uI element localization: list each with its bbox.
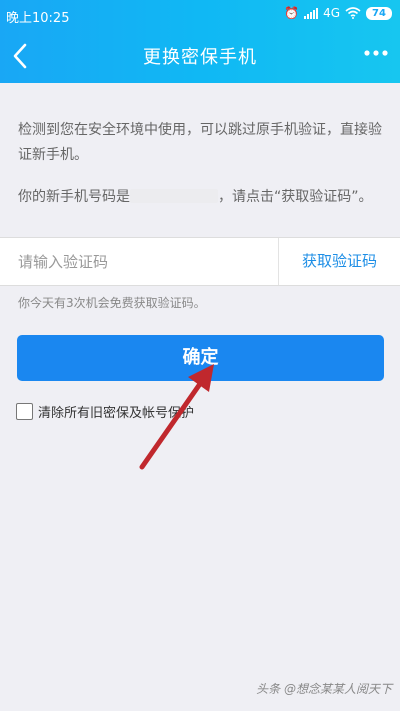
nav-bar: 更换密保手机 <box>0 30 400 83</box>
status-time: 晚上10:25 <box>6 11 70 26</box>
status-icons: ⏰ 4G 74 <box>284 6 392 20</box>
alarm-icon: ⏰ <box>284 6 300 20</box>
network-type: 4G <box>323 6 340 20</box>
more-icon[interactable] <box>364 48 388 58</box>
wifi-icon <box>345 7 361 19</box>
verification-code-row: 获取验证码 <box>0 237 400 286</box>
signal-icon <box>304 7 319 19</box>
attempts-tip: 你今天有3次机会免费获取验证码。 <box>18 296 206 310</box>
status-bar: 晚上10:25 ⏰ 4G 74 <box>0 0 400 30</box>
page-title: 更换密保手机 <box>143 47 257 68</box>
phone-suffix: ，请点击“获取验证码”。 <box>218 189 373 205</box>
battery-icon: 74 <box>366 6 392 20</box>
security-notice: 检测到您在安全环境中使用，可以跳过原手机验证，直接验证新手机。 <box>18 122 382 163</box>
phone-prefix: 你的新手机号码是 <box>18 189 130 205</box>
watermark: 头条 @想念某某人阅天下 <box>256 682 392 696</box>
masked-phone-number <box>130 189 218 203</box>
phone-number-line: 你的新手机号码是 ，请点击“获取验证码”。 <box>18 185 388 210</box>
verification-code-input[interactable] <box>0 238 278 285</box>
clear-protection-checkbox[interactable] <box>16 403 33 420</box>
get-code-button[interactable]: 获取验证码 <box>279 238 400 285</box>
annotation-arrow-icon <box>139 364 214 470</box>
